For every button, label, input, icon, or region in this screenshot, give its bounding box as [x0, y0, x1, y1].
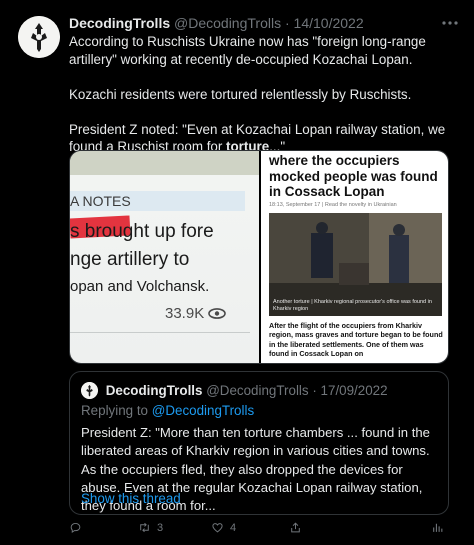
quoted-separator-dot: · [312, 383, 317, 398]
eye-icon [208, 308, 227, 319]
quoted-author-handle: @DecodingTrolls [206, 383, 309, 398]
screenshot-view-count: 33.9K [165, 305, 227, 322]
retweet-button[interactable]: 3 [138, 521, 163, 534]
screenshot-line-2: nge artillery to [70, 249, 190, 270]
replying-to: Replying to @DecodingTrolls [81, 403, 254, 418]
analytics-button[interactable] [431, 521, 444, 534]
retweet-count: 3 [157, 521, 164, 534]
tweet[interactable]: DecodingTrolls @DecodingTrolls · 14/10/2… [0, 0, 474, 545]
tweet-actions: 3 4 [69, 521, 449, 539]
avatar-emblem-icon [18, 16, 60, 58]
separator-dot: · [284, 15, 290, 31]
article-photo: Another torture | Kharkiv regional prose… [269, 213, 442, 316]
tweet-date[interactable]: 14/10/2022 [294, 15, 364, 31]
heart-icon [212, 523, 223, 533]
media-image-telegram-screenshot[interactable]: A NOTES s brought up fore nge artillery … [70, 151, 259, 363]
quoted-avatar-emblem-icon [81, 382, 98, 399]
screenshot-divider [70, 332, 250, 333]
reply-icon [70, 522, 81, 534]
article-lede: After the flight of the occupiers from K… [269, 321, 443, 359]
author-handle[interactable]: @DecodingTrolls [174, 15, 281, 31]
more-dots-icon [442, 21, 458, 25]
quoted-avatar [81, 382, 98, 399]
view-count-value: 33.9K [165, 305, 205, 322]
avatar[interactable] [18, 16, 60, 58]
author-name[interactable]: DecodingTrolls [69, 15, 170, 31]
quoted-author-name: DecodingTrolls [105, 383, 203, 398]
screenshot-topbar [70, 151, 259, 175]
more-options-button[interactable] [442, 12, 458, 28]
show-thread-link[interactable]: Show this thread [81, 491, 181, 506]
share-button[interactable] [289, 521, 302, 534]
article-headline: where the occupiers mocked people was fo… [269, 153, 438, 199]
replying-to-handle[interactable]: @DecodingTrolls [152, 403, 254, 418]
media-grid: A NOTES s brought up fore nge artillery … [69, 150, 449, 364]
share-icon [291, 522, 300, 533]
tweet-paragraph-1: According to Ruschists Ukraine now has "… [69, 34, 426, 67]
tweet-text: According to Ruschists Ukraine now has "… [69, 33, 461, 156]
article-photo-caption: Another torture | Kharkiv regional prose… [273, 299, 432, 312]
quoted-tweet-header: DecodingTrolls @DecodingTrolls · 17/09/2… [81, 382, 388, 399]
article-meta: 18:13, September 17 | Read the novelty i… [269, 202, 397, 208]
analytics-icon [433, 523, 443, 532]
like-button[interactable]: 4 [211, 521, 236, 534]
screenshot-notes-label: A NOTES [70, 191, 245, 211]
tweet-paragraph-2: Kozachi residents were tortured relentle… [69, 86, 412, 102]
screenshot-line-3: opan and Volchansk. [70, 278, 210, 295]
retweet-icon [140, 522, 149, 533]
reply-button[interactable] [69, 521, 82, 534]
quoted-tweet[interactable]: DecodingTrolls @DecodingTrolls · 17/09/2… [69, 371, 449, 515]
screenshot-line-1: s brought up fore [70, 221, 214, 242]
like-count: 4 [230, 521, 237, 534]
tweet-header: DecodingTrolls @DecodingTrolls · 14/10/2… [69, 14, 364, 32]
media-image-news-article[interactable]: where the occupiers mocked people was fo… [261, 151, 448, 363]
replying-to-label: Replying to [81, 403, 148, 418]
quoted-date: 17/09/2022 [320, 383, 388, 398]
